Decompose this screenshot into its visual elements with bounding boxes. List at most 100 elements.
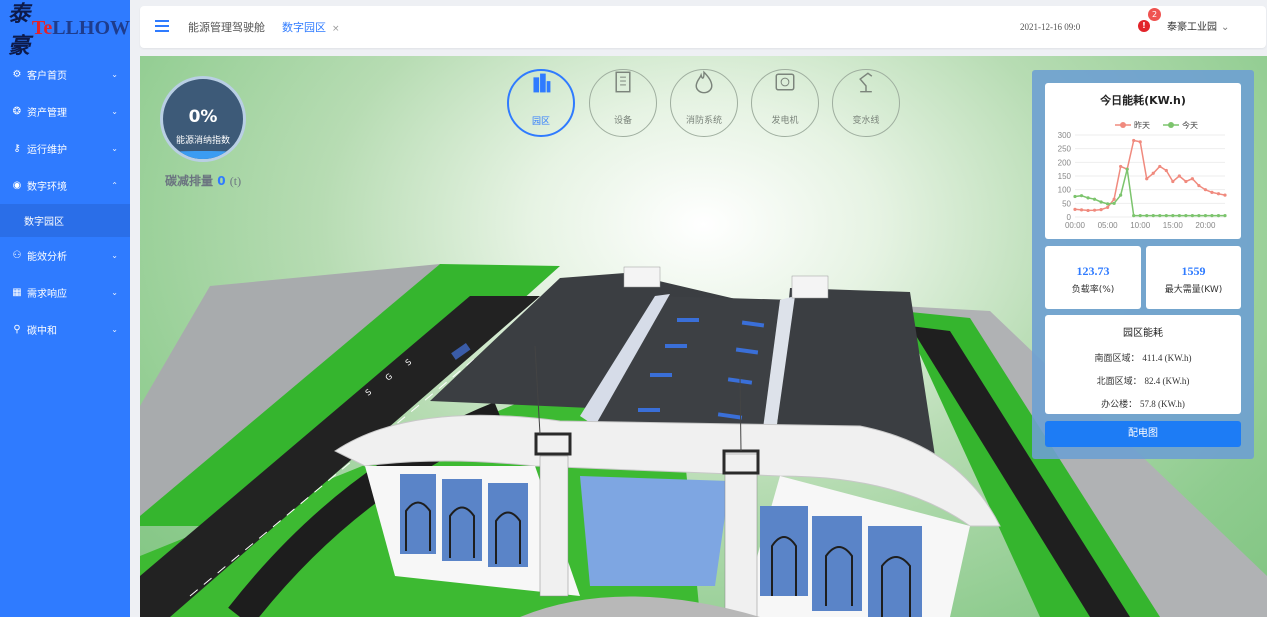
zone-row-south: 南面区域： 411.4 (KW.h) (1094, 353, 1192, 364)
digital-park-scene[interactable]: S G S 0% 能源消纳指数 碳减排量 0 (t) 园区 设备 消防系统 发电… (140, 56, 1267, 617)
legend-marker (1168, 122, 1174, 128)
glass-panel (812, 516, 862, 611)
sidebar-subitem-digital-park[interactable]: 数字园区 (0, 204, 130, 237)
sidebar-item-label: 需求响应 (27, 289, 67, 300)
alert-icon[interactable]: ! (1138, 20, 1150, 32)
distribution-diagram-button[interactable]: 配电图 (1045, 421, 1241, 447)
legend-label: 昨天 (1134, 120, 1150, 130)
category-label: 园区 (531, 117, 550, 127)
data-point (1216, 214, 1221, 218)
chevron-down-icon: ⌄ (111, 251, 118, 260)
key-icon: ⚷ (13, 143, 21, 154)
data-point (1138, 140, 1142, 144)
data-point (1223, 214, 1227, 218)
sidebar-item-carbon[interactable]: ⚲ 碳中和 ⌄ (0, 311, 130, 348)
close-icon[interactable]: × (332, 24, 340, 34)
data-point (1119, 193, 1123, 197)
tab-digital-park[interactable]: 数字园区 × (282, 19, 340, 35)
sidebar-item-label: 碳中和 (27, 326, 57, 337)
data-point (1210, 190, 1214, 194)
sidebar-item-digital-env[interactable]: ◉ 数字环境 ⌃ (0, 167, 130, 204)
data-point (1079, 194, 1084, 198)
network-icon: ⚲ (13, 324, 21, 335)
x-tick-label: 10:00 (1130, 221, 1151, 230)
data-point (1190, 177, 1194, 181)
data-point (1132, 138, 1136, 143)
data-point (1099, 200, 1103, 204)
data-point (1106, 202, 1110, 206)
campus-icon (533, 73, 551, 93)
data-point (1112, 197, 1116, 201)
chevron-down-icon: ⌄ (111, 70, 118, 79)
max-demand-value: 1559 (1181, 264, 1206, 278)
sidebar-item-maintenance[interactable]: ⚷ 运行维护 ⌄ (0, 130, 130, 167)
data-point (1190, 214, 1194, 218)
gauge-label: 能源消纳指数 (175, 136, 230, 146)
sidebar-item-assets[interactable]: ❂ 资产管理 ⌄ (0, 93, 130, 130)
energy-chart-card: 今日能耗(KW.h) 0 50 100 150 200 250 300 00:00 05:00 1… (1045, 83, 1241, 239)
data-point (1197, 214, 1201, 218)
menu-toggle-icon[interactable] (155, 20, 169, 32)
skylight (650, 373, 672, 377)
carbon-label: 碳减排量 (165, 174, 214, 188)
data-point (1171, 214, 1175, 218)
y-tick-label: 100 (1058, 186, 1072, 195)
sidebar: 泰豪 TeLLHOW ⚙ 客户首页 ⌄ ❂ 资产管理 ⌄ ⚷ 运行维护 ⌄ ◉ … (0, 0, 130, 617)
breadcrumb[interactable]: 能源管理驾驶舱 (188, 19, 265, 35)
data-point (1171, 179, 1175, 184)
category-production-line-button[interactable]: 变水线 (832, 69, 900, 137)
sidebar-item-home[interactable]: ⚙ 客户首页 ⌄ (0, 56, 130, 93)
category-equipment-button[interactable]: 设备 (589, 69, 657, 137)
category-generator-button[interactable]: 发电机 (751, 69, 819, 137)
sidebar-item-label: 客户首页 (27, 71, 67, 82)
generator-icon (775, 73, 795, 91)
category-fire-button[interactable]: 消防系统 (670, 69, 738, 137)
datetime: 2021-12-16 09:0 (1020, 22, 1081, 32)
glass-panel (868, 526, 922, 617)
sidebar-item-demand[interactable]: ▦ 需求响应 ⌄ (0, 274, 130, 311)
category-campus-button[interactable]: 园区 (507, 69, 575, 137)
data-point (1203, 214, 1208, 218)
data-point (1203, 188, 1208, 192)
gear-icon: ⚙ (12, 69, 22, 80)
glass-panel (442, 479, 482, 561)
energy-panel: 今日能耗(KW.h) 0 50 100 150 200 250 300 00:00 05:00 1… (1032, 70, 1254, 459)
carbon-unit: (t) (229, 174, 242, 188)
data-point (1210, 214, 1214, 218)
carbon-reduction: 碳减排量 0 (t) (165, 172, 241, 189)
category-label: 发电机 (771, 116, 799, 126)
office-atrium-glass (580, 476, 730, 586)
company-selector[interactable]: 泰豪工业园 ⌄ (1167, 18, 1229, 33)
gauge-fill (163, 151, 243, 159)
asset-icon: ❂ (12, 106, 22, 117)
data-point (1119, 164, 1123, 169)
data-point (1177, 214, 1181, 218)
logo-english: TeLLHOW (31, 16, 130, 39)
sidebar-item-label: 资产管理 (27, 108, 67, 119)
energy-line-chart: 05010015020025030000:00 05:00 10:00 15:00 20… (1058, 120, 1227, 230)
y-tick-label: 150 (1058, 172, 1072, 181)
data-point (1086, 208, 1090, 213)
zone-energy-card: 园区能耗 南面区域： 411.4 (KW.h) 北面区域： 82.4 (KW.h… (1045, 315, 1241, 414)
data-point (1184, 214, 1188, 218)
data-point (1184, 179, 1188, 184)
chevron-down-icon: ⌄ (1221, 22, 1230, 33)
logo-chinese: 泰豪 (8, 1, 30, 59)
load-rate-card: 123.73 负载率(%) (1045, 246, 1141, 309)
load-rate-label: 负载率(%) (1071, 285, 1115, 295)
office-tower (724, 453, 758, 617)
data-point (1092, 208, 1097, 212)
load-rate-value: 123.73 (1076, 264, 1110, 278)
x-tick-label: 00:00 (1065, 221, 1086, 230)
data-point (1092, 197, 1097, 201)
category-label: 变水线 (852, 116, 880, 126)
tab-label: 数字园区 (282, 21, 326, 34)
data-point (1151, 214, 1155, 218)
chevron-up-icon: ⌃ (111, 181, 118, 190)
data-point (1197, 183, 1201, 188)
data-point (1079, 208, 1084, 212)
rooftop-unit (623, 266, 661, 288)
chevron-down-icon: ⌄ (111, 325, 118, 334)
sidebar-item-efficiency[interactable]: ⚇ 能效分析 ⌄ (0, 237, 130, 274)
sidebar-item-label: 数字环境 (27, 182, 67, 193)
